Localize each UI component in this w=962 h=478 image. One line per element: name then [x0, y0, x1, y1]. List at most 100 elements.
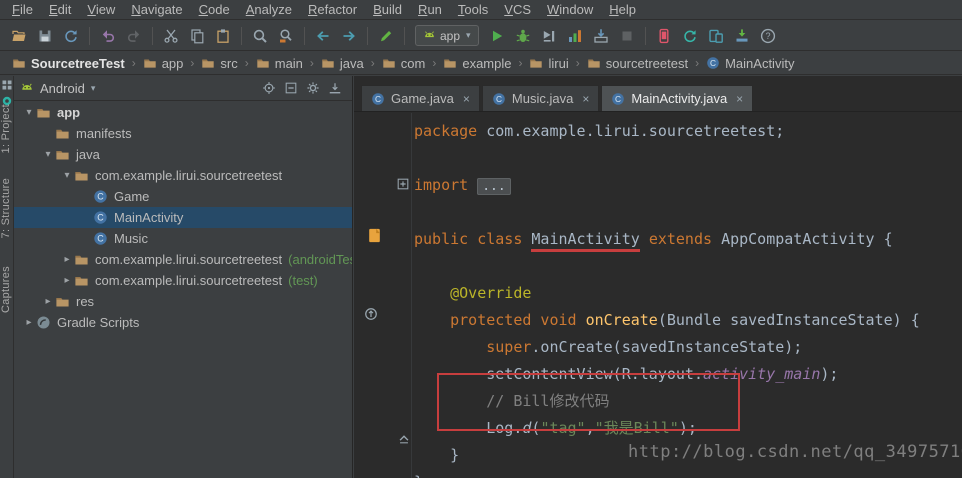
replace-button[interactable]	[273, 24, 299, 48]
code-line[interactable]: import ...	[414, 172, 962, 199]
menu-item-navigate[interactable]: Navigate	[123, 0, 190, 20]
code-token[interactable]: "tag"	[540, 419, 585, 437]
code-token[interactable]: MainActivity	[531, 230, 640, 252]
code-line[interactable]: Log.d("tag","我是Bill");	[414, 415, 962, 442]
tree-item-game[interactable]: C Game	[14, 186, 352, 207]
tool-window-button-captures[interactable]: Captures	[0, 266, 12, 313]
breadcrumb-item-lirui[interactable]: lirui	[527, 56, 570, 71]
code-line[interactable]: }	[414, 469, 962, 478]
menu-item-window[interactable]: Window	[539, 0, 601, 20]
hide-panel-icon[interactable]	[328, 81, 342, 95]
tree-item-res[interactable]: ▸ res	[14, 291, 352, 312]
code-token[interactable]: ...	[477, 178, 511, 195]
code-token[interactable]: package	[414, 122, 486, 140]
code-token[interactable]: public class	[414, 230, 531, 248]
editor-tab-game-java[interactable]: C Game.java ×	[361, 85, 480, 111]
copy-button[interactable]	[184, 24, 210, 48]
code-token[interactable]: (Bundle savedInstanceState) {	[658, 311, 920, 329]
scroll-from-source-icon[interactable]	[262, 81, 276, 95]
code-token[interactable]: Log.	[414, 419, 522, 437]
settings-gear-icon[interactable]	[306, 81, 320, 95]
profiler-button[interactable]	[562, 24, 588, 48]
menu-item-code[interactable]: Code	[191, 0, 238, 20]
tree-item-gradle-scripts[interactable]: ▸ Gradle Scripts	[14, 312, 352, 333]
code-token[interactable]: protected void	[450, 311, 585, 329]
tree-item-com-example-lirui-sourcetreetest[interactable]: ▾ com.example.lirui.sourcetreetest	[14, 165, 352, 186]
tool-window-button-structure[interactable]: 7: Structure	[0, 178, 12, 238]
code-token[interactable]: import	[414, 176, 477, 194]
code-token[interactable]: }	[414, 473, 423, 478]
menu-item-view[interactable]: View	[79, 0, 123, 20]
editor-tab-music-java[interactable]: C Music.java ×	[481, 85, 600, 111]
code-line[interactable]	[414, 199, 962, 226]
code-token[interactable]	[414, 284, 450, 302]
cut-button[interactable]	[158, 24, 184, 48]
menu-item-build[interactable]: Build	[365, 0, 410, 20]
breadcrumb-item-app[interactable]: app	[141, 56, 186, 71]
code-token[interactable]: onCreate	[586, 311, 658, 329]
tree-item-manifests[interactable]: manifests	[14, 123, 352, 144]
code-line[interactable]: setContentView(R.layout.activity_main);	[414, 361, 962, 388]
code-line[interactable]: @Override	[414, 280, 962, 307]
sync-project-button[interactable]	[677, 24, 703, 48]
code-line[interactable]: public class MainActivity extends AppCom…	[414, 226, 962, 253]
device-manager-button[interactable]	[703, 24, 729, 48]
code-line[interactable]: super.onCreate(savedInstanceState);	[414, 334, 962, 361]
menu-item-run[interactable]: Run	[410, 0, 450, 20]
code-token[interactable]: activity_main	[703, 365, 820, 383]
collapsed-arrow-icon[interactable]: ▸	[60, 254, 74, 265]
code-token[interactable]: "我是Bill"	[595, 419, 679, 437]
debug-button[interactable]	[510, 24, 536, 48]
breadcrumb-item-mainactivity[interactable]: C MainActivity	[704, 56, 796, 71]
editor-tab-mainactivity-java[interactable]: C MainActivity.java ×	[601, 85, 754, 111]
redo-button[interactable]	[121, 24, 147, 48]
code-token[interactable]	[414, 392, 486, 410]
close-icon[interactable]: ×	[736, 92, 743, 106]
fold-end-arrow-icon[interactable]	[397, 431, 411, 445]
code-token[interactable]: ,	[586, 419, 595, 437]
run-configuration-selector[interactable]: app ▾	[415, 25, 479, 46]
tool-window-button-project[interactable]: 1: Project	[0, 104, 12, 153]
tree-item-java[interactable]: ▾ java	[14, 144, 352, 165]
tree-item-com-example-lirui-sourcetreetest[interactable]: ▸ com.example.lirui.sourcetreetest (test)	[14, 270, 352, 291]
breadcrumb-item-com[interactable]: com	[380, 56, 428, 71]
save-all-button[interactable]	[32, 24, 58, 48]
paste-button[interactable]	[210, 24, 236, 48]
code-line[interactable]	[414, 145, 962, 172]
stop-button[interactable]	[614, 24, 640, 48]
code-token[interactable]: extends	[649, 230, 721, 248]
code-token[interactable]: com.example.lirui.sourcetreetest;	[486, 122, 784, 140]
breadcrumb-item-sourcetreetest[interactable]: sourcetreetest	[585, 56, 690, 71]
code-token[interactable]: setContentView(R.layout.	[414, 365, 703, 383]
forward-button[interactable]	[336, 24, 362, 48]
close-icon[interactable]: ×	[463, 92, 470, 106]
code-line[interactable]: // Bill修改代码	[414, 388, 962, 415]
menu-item-help[interactable]: Help	[601, 0, 644, 20]
sdk-manager-button[interactable]	[729, 24, 755, 48]
breadcrumb-item-java[interactable]: java	[319, 56, 366, 71]
code-token[interactable]: AppCompatActivity {	[721, 230, 893, 248]
code-token[interactable]	[640, 230, 649, 248]
code-token[interactable]: }	[414, 446, 459, 464]
code-line[interactable]: package com.example.lirui.sourcetreetest…	[414, 118, 962, 145]
menu-item-vcs[interactable]: VCS	[496, 0, 539, 20]
open-folder-button[interactable]	[6, 24, 32, 48]
menu-item-edit[interactable]: Edit	[41, 0, 79, 20]
run-button[interactable]	[484, 24, 510, 48]
help-button[interactable]: ?	[755, 24, 781, 48]
collapsed-arrow-icon[interactable]: ▸	[41, 296, 55, 307]
code-line[interactable]: protected void onCreate(Bundle savedInst…	[414, 307, 962, 334]
menu-item-tools[interactable]: Tools	[450, 0, 496, 20]
collapsed-arrow-icon[interactable]: ▸	[22, 317, 36, 328]
activity-file-gutter-icon[interactable]	[366, 227, 383, 244]
expanded-arrow-icon[interactable]: ▾	[60, 170, 74, 181]
code-token[interactable]: // Bill修改代码	[486, 392, 609, 410]
collapsed-arrow-icon[interactable]: ▸	[60, 275, 74, 286]
code-token[interactable]: super	[486, 338, 531, 356]
menu-item-refactor[interactable]: Refactor	[300, 0, 365, 20]
chevron-down-icon[interactable]: ▾	[91, 83, 96, 94]
close-icon[interactable]: ×	[582, 92, 589, 106]
tree-item-com-example-lirui-sourcetreetest[interactable]: ▸ com.example.lirui.sourcetreetest (androi…	[14, 249, 352, 270]
sync-button[interactable]	[58, 24, 84, 48]
overriding-method-gutter-icon[interactable]	[364, 307, 378, 321]
